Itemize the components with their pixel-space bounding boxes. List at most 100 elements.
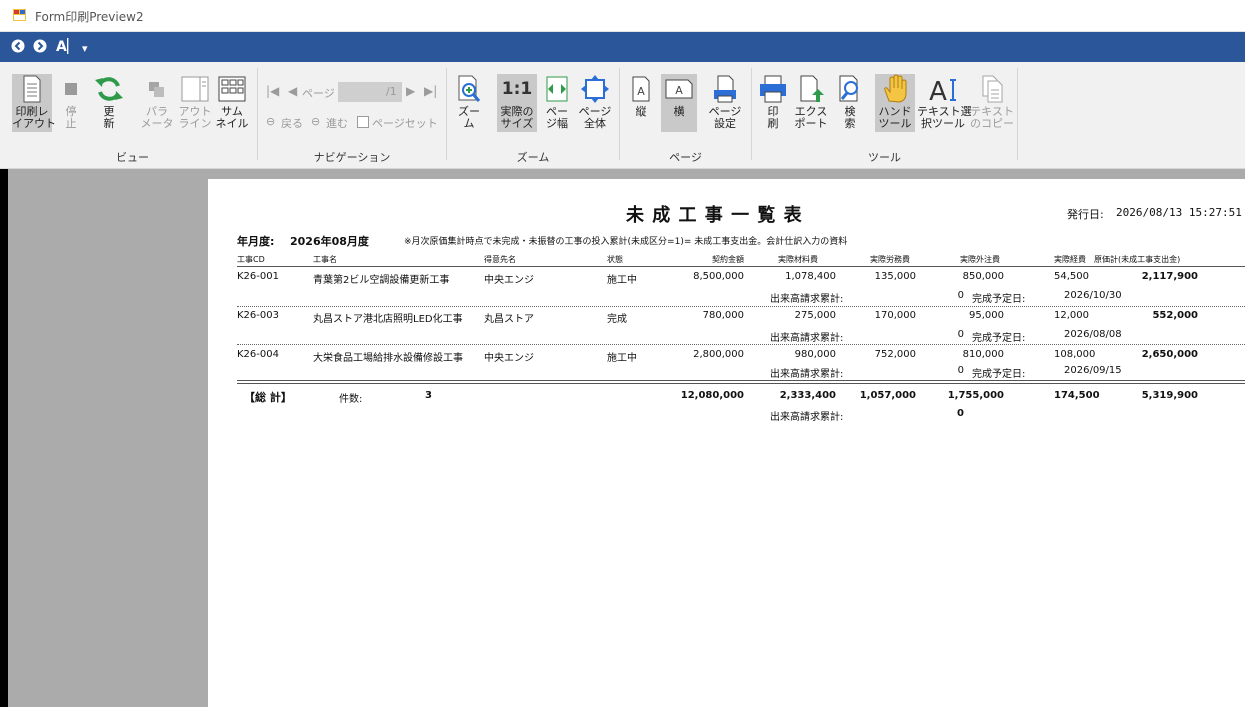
quickbar-dropdown-icon[interactable]: ▾ — [82, 41, 88, 57]
ribbon: 印刷レ イアウト 停 止 更 新 パラ メータ アウト ライン サム ネイル ビ… — [0, 62, 1245, 169]
hand-tool-button[interactable]: ハンド ツール — [875, 74, 915, 132]
row3-billed-label: 出来高請求累計: — [770, 369, 844, 380]
month-label: 年月度: — [237, 235, 275, 248]
row3-billed: 0 — [957, 365, 964, 376]
row3-status: 施工中 — [607, 353, 637, 364]
row1-name: 青葉第2ビル空調設備更新工事 — [313, 275, 450, 286]
portrait-label: 縦 — [635, 105, 647, 118]
search-button[interactable]: 検 索 — [835, 74, 865, 132]
row3-due-label: 完成予定日: — [972, 369, 1026, 380]
zoom-icon — [458, 75, 481, 102]
back-arrow-icon[interactable] — [11, 39, 25, 57]
totals-billed: 0 — [957, 408, 964, 419]
landscape-button[interactable]: A 横 — [661, 74, 697, 132]
copy-icon — [982, 75, 1003, 103]
text-copy-label: テキスト のコピー — [970, 105, 1014, 130]
first-page-icon[interactable]: |◀ — [266, 84, 279, 98]
quick-access-toolbar: A | ▾ — [0, 32, 1245, 62]
totals-rule-bottom — [237, 383, 1245, 384]
header-total: 原価計(未成工事支出金) — [1094, 255, 1181, 264]
print-layout-label: 印刷レ イアウト — [12, 105, 56, 130]
forward-label[interactable]: 進む — [326, 115, 348, 131]
row2-billed-label: 出来高請求累計: — [770, 333, 844, 344]
text-select-button[interactable]: A テキスト選 択ツール — [917, 74, 972, 132]
svg-text:A: A — [675, 84, 683, 97]
row1-client: 中央エンジ — [484, 275, 534, 286]
printer-icon — [760, 75, 786, 103]
totals-billed-label: 出来高請求累計: — [770, 412, 844, 423]
row2-total: 552,000 — [1152, 310, 1198, 321]
whole-page-icon — [581, 75, 609, 103]
text-copy-button[interactable]: テキスト のコピー — [970, 74, 1014, 132]
actual-size-button[interactable]: 1:1 実際の サイズ — [497, 74, 537, 132]
row1-due: 2026/10/30 — [1064, 290, 1122, 301]
row2-name: 丸昌ストア港北店照明LED化工事 — [313, 314, 463, 325]
group-label-navigation: ナビゲーション — [313, 151, 391, 164]
header-rule — [237, 266, 1245, 267]
text-select-icon: A — [929, 77, 956, 104]
row2-outsource: 95,000 — [969, 310, 1004, 321]
print-button[interactable]: 印 刷 — [757, 74, 789, 132]
row3-contract: 2,800,000 — [693, 349, 744, 360]
group-separator — [257, 68, 258, 160]
row1-cd: K26-001 — [237, 271, 279, 282]
export-button[interactable]: エクス ポート — [791, 74, 831, 132]
group-label-view: ビュー — [116, 151, 149, 164]
back-icon[interactable]: ⊖ — [266, 115, 275, 128]
forward-icon[interactable]: ⊖ — [311, 115, 320, 128]
totals-total: 5,319,900 — [1141, 390, 1198, 401]
row1-material: 1,078,400 — [785, 271, 836, 282]
row1-due-label: 完成予定日: — [972, 294, 1026, 305]
outline-icon — [181, 76, 209, 102]
last-page-icon[interactable]: ▶| — [424, 84, 437, 98]
row2-client: 丸昌ストア — [484, 314, 534, 325]
row1-expense: 54,500 — [1054, 271, 1089, 282]
totals-count-label: 件数: — [339, 394, 363, 405]
landscape-label: 横 — [673, 105, 685, 118]
forward-arrow-icon[interactable] — [33, 39, 47, 57]
parameters-label: パラ メータ — [140, 105, 174, 130]
outline-label: アウト ライン — [178, 105, 212, 130]
totals-material: 2,333,400 — [779, 390, 836, 401]
page-setup-button[interactable]: ページ 設定 — [706, 74, 744, 132]
issue-date: 2026/08/13 15:27:51 — [1116, 206, 1242, 219]
page-width-button[interactable]: ペー ジ幅 — [540, 74, 574, 132]
totals-contract: 12,080,000 — [680, 390, 744, 401]
zoom-button[interactable]: ズー ム — [454, 74, 484, 132]
next-page-icon[interactable]: ▶ — [406, 84, 415, 98]
stop-button[interactable]: 停 止 — [58, 74, 84, 132]
window-title: Form印刷Preview2 — [35, 10, 144, 24]
row2-cd: K26-003 — [237, 310, 279, 321]
previous-page-icon[interactable]: ◀ — [288, 84, 297, 98]
row3-name: 大栄食品工場給排水設備修設工事 — [313, 353, 463, 364]
portrait-button[interactable]: A 縦 — [626, 74, 656, 132]
group-separator — [1017, 68, 1018, 160]
row3-total: 2,650,000 — [1141, 349, 1198, 360]
whole-page-label: ページ 全体 — [578, 105, 612, 130]
thumbnail-button[interactable]: サム ネイル — [214, 74, 250, 132]
page-navigation-row: |◀ ◀ ページ /1 ▶ ▶| — [266, 82, 442, 102]
print-layout-button[interactable]: 印刷レ イアウト — [12, 74, 56, 132]
stop-label: 停 止 — [65, 105, 77, 130]
row-divider — [237, 344, 1245, 345]
portrait-icon: A — [632, 76, 650, 102]
page-set-label: ページセット — [372, 117, 438, 130]
header-contract: 契約金額 — [712, 255, 744, 264]
search-label: 検 索 — [844, 105, 856, 130]
report-note: ※月次原価集計時点で未完成・未振替の工事の投入累計(未成区分=1)= 未成工事支… — [404, 237, 848, 247]
page-set-checkbox[interactable] — [357, 116, 369, 128]
back-label[interactable]: 戻る — [281, 115, 303, 131]
outline-button[interactable]: アウト ライン — [178, 74, 212, 132]
group-separator — [446, 68, 447, 160]
thumbnail-icon — [218, 76, 246, 102]
row1-contract: 8,500,000 — [693, 271, 744, 282]
hand-icon — [884, 74, 907, 103]
row2-labor: 170,000 — [874, 310, 916, 321]
whole-page-button[interactable]: ページ 全体 — [577, 74, 613, 132]
totals-expense: 174,500 — [1054, 390, 1100, 401]
header-outsource: 実際外注費 — [960, 255, 1000, 264]
refresh-button[interactable]: 更 新 — [92, 74, 126, 132]
parameters-button[interactable]: パラ メータ — [140, 74, 174, 132]
row2-due: 2026/08/08 — [1064, 329, 1122, 340]
row2-billed: 0 — [957, 329, 964, 340]
